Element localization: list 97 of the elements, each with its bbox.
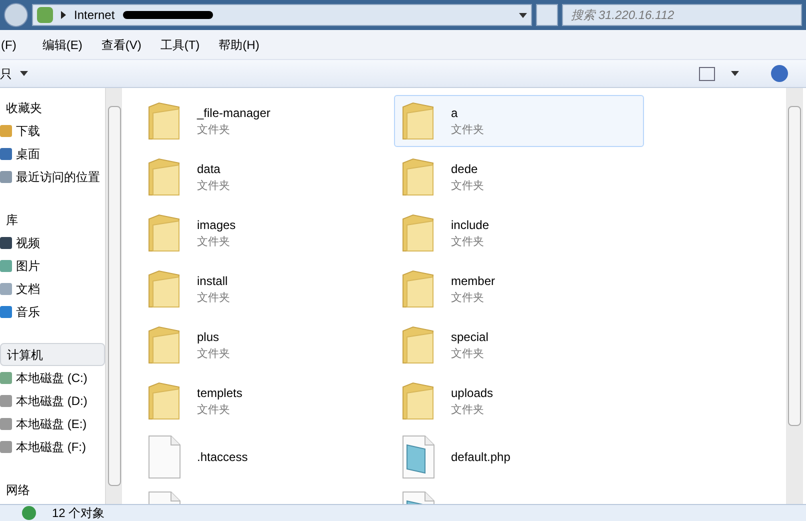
nav-item[interactable]: 桌面 [0,142,105,165]
nav-item[interactable]: 本地磁盘 (C:) [0,366,105,389]
scrollbar[interactable] [786,88,803,504]
nav-item-label: 本地磁盘 (C:) [16,370,88,386]
folder-item[interactable]: special 文件夹 [394,319,644,371]
folder-item[interactable]: uploads 文件夹 [394,375,644,427]
folder-icon [401,381,435,421]
item-name: install [197,272,229,290]
item-name: a [451,104,459,122]
nav-item-label: 文档 [16,280,40,298]
folder-icon [401,325,435,365]
nav-group-header[interactable]: 收藏夹 [0,96,105,119]
item-type: 文件夹 [197,346,230,362]
help-icon[interactable] [771,65,788,82]
item-name: member [451,272,496,290]
item-type: 文件夹 [197,178,230,194]
folder-item[interactable]: templets 文件夹 [140,375,390,427]
address-field[interactable]: Internet [32,4,532,26]
nav-item[interactable]: 视频 [0,231,105,254]
search-field[interactable]: 搜索 31.220.16.112 [562,4,802,26]
folder-item[interactable]: images 文件夹 [140,207,390,259]
nav-item-label: 本地磁盘 (E:) [16,416,87,432]
item-name: templets [197,384,242,402]
item-name: default.php [451,449,510,466]
nav-group-header[interactable]: 库 [0,208,105,231]
back-button[interactable] [4,3,28,27]
folder-icon [147,269,181,309]
folder-item[interactable]: install 文件夹 [140,263,390,315]
folder-icon [147,101,181,141]
nav-item-label: 最近访问的位置 [16,168,100,186]
nav-item-label: 下载 [16,122,40,140]
item-name: _file-manager [197,104,270,122]
dropdown-caret-icon[interactable] [731,71,739,76]
item-name: dede [451,160,479,178]
folder-item[interactable]: include 文件夹 [394,207,644,259]
nav-item[interactable]: 文档 [0,277,105,300]
item-type: 文件夹 [197,234,231,250]
nav-item-label: 本地磁盘 (F:) [16,438,86,456]
nav-group-header[interactable]: 计算机 [0,343,105,366]
address-segment[interactable]: Internet [74,6,115,24]
nav-item[interactable]: 本地磁盘 (F:) [0,435,105,458]
menu-item[interactable]: 帮助(H) [218,36,260,54]
item-name: plus [197,328,220,346]
scrollbar[interactable] [105,88,122,504]
item-type: 文件夹 [451,122,484,138]
nav-item[interactable]: 下载 [0,119,105,142]
folder-icon [147,213,181,253]
blank-file-icon [147,435,181,479]
item-name: uploads [451,384,494,402]
chevron-right-icon[interactable] [61,11,66,19]
nav-item-label: 音乐 [16,304,40,320]
item-name: special [451,328,488,346]
nav-item-label: 桌面 [16,146,40,162]
folder-icon [401,269,435,309]
folder-icon [401,157,435,197]
nav-item[interactable]: 图片 [0,254,105,277]
item-type: 文件夹 [197,402,231,418]
folder-item[interactable]: member 文件夹 [394,263,644,315]
item-name: images [197,216,236,234]
nav-item[interactable]: 本地磁盘 (E:) [0,412,105,435]
nav-item-label: 视频 [16,234,40,252]
item-type: 文件夹 [451,234,485,250]
folder-icon [147,325,181,365]
folder-icon [147,381,181,421]
organize-menu[interactable]: 只 [0,64,28,82]
object-count: 12 个对象 [52,506,105,520]
folder-icon [401,101,435,141]
item-type: 文件夹 [451,346,485,362]
item-type: 文件夹 [197,290,230,306]
script-file-icon [401,435,435,479]
folder-item[interactable]: data 文件夹 [140,151,390,203]
item-type: 文件夹 [451,402,485,418]
file-item[interactable]: default.php [394,431,644,483]
menu-item[interactable]: 查看(V) [101,36,142,54]
item-type: 文件夹 [451,178,484,194]
folder-icon [401,213,435,253]
nav-item-label: 本地磁盘 (D:) [16,392,88,410]
nav-item[interactable]: 本地磁盘 (D:) [0,389,105,412]
item-name: .htaccess [197,449,248,466]
file-item[interactable]: .htaccess [140,431,390,483]
item-type: 文件夹 [197,122,231,138]
item-name: include [451,216,490,234]
item-name: data [197,160,222,178]
folder-item[interactable]: dede 文件夹 [394,151,644,203]
folder-item[interactable]: plus 文件夹 [140,319,390,371]
nav-item[interactable]: 最近访问的位置 [0,165,105,188]
nav-group-header[interactable]: 网络 [0,478,105,501]
menu-item[interactable]: 工具(T) [160,36,200,54]
folder-item[interactable]: _file-manager 文件夹 [140,95,390,147]
item-type: 文件夹 [451,290,485,306]
folder-item[interactable]: a 文件夹 [394,95,644,147]
nav-item-label: 图片 [16,258,40,274]
menu-item[interactable]: 编辑(E) [42,36,82,54]
folder-icon [147,157,181,197]
menu-item[interactable]: (F) [1,36,16,54]
nav-item[interactable]: 音乐 [0,300,105,323]
dropdown-caret-icon[interactable] [519,12,527,18]
